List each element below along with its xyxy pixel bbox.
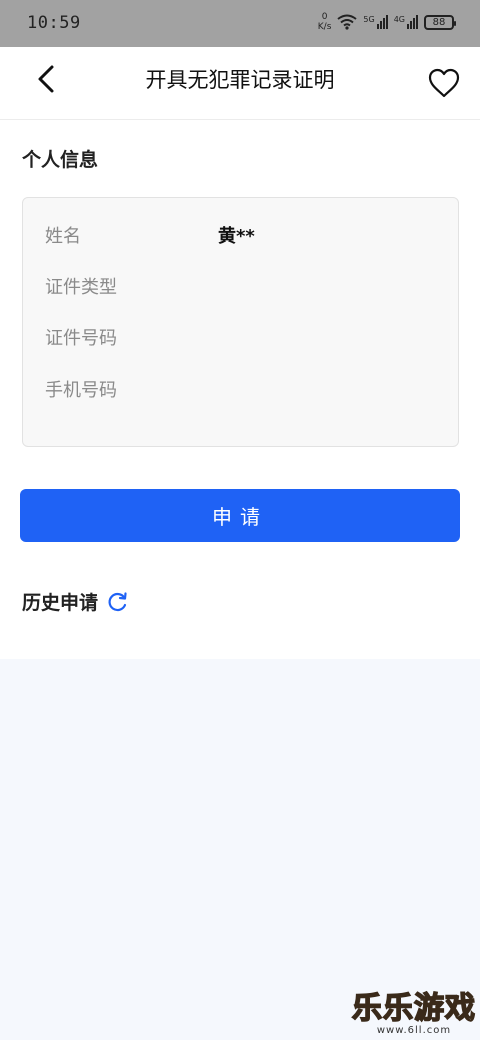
id-number-label: 证件号码 — [45, 328, 117, 349]
id-type-label: 证件类型 — [45, 277, 117, 298]
history-list-area — [0, 659, 480, 1040]
signal-5g-icon: 5G — [363, 15, 388, 29]
personal-info-title: 个人信息 — [22, 149, 99, 171]
info-row-id-number: 证件号码 — [45, 324, 218, 350]
nav-bar: 开具无犯罪记录证明 — [0, 47, 480, 120]
network-speed: 0 K/s — [318, 12, 332, 32]
page-title: 开具无犯罪记录证明 — [145, 68, 335, 92]
phone-label: 手机号码 — [45, 380, 117, 401]
history-title: 历史申请 — [22, 592, 99, 614]
personal-info-card: 姓名 黄** 证件类型 证件号码 手机号码 — [22, 197, 459, 447]
network-speed-value: 0 — [321, 12, 328, 22]
favorite-heart-icon[interactable] — [426, 65, 462, 101]
wifi-icon — [337, 14, 358, 30]
info-row-phone: 手机号码 — [45, 376, 218, 402]
status-time: 10:59 — [27, 13, 81, 33]
apply-button[interactable]: 申请 — [20, 489, 460, 542]
refresh-icon[interactable] — [106, 591, 128, 613]
status-icons: 0 K/s 5G 4G 88 — [318, 12, 456, 32]
watermark-url: www.6ll.com — [376, 1025, 452, 1036]
status-bar: 10:59 0 K/s 5G 4G 88 — [0, 0, 480, 47]
name-value: 黄** — [218, 226, 255, 247]
network-speed-unit: K/s — [317, 22, 332, 32]
battery-icon: 88 — [424, 14, 456, 30]
name-label: 姓名 — [45, 226, 81, 247]
signal-5g-label: 5G — [363, 15, 375, 24]
info-row-id-type: 证件类型 — [45, 273, 218, 299]
info-row-name: 姓名 黄** — [45, 222, 255, 248]
history-header: 历史申请 — [22, 588, 128, 615]
battery-level: 88 — [432, 16, 446, 28]
signal-4g-label: 4G — [393, 15, 405, 24]
watermark-title: 乐乐游戏 — [351, 991, 476, 1026]
signal-4g-icon: 4G — [394, 15, 418, 29]
watermark: 乐乐游戏 www.6ll.com — [351, 991, 476, 1036]
